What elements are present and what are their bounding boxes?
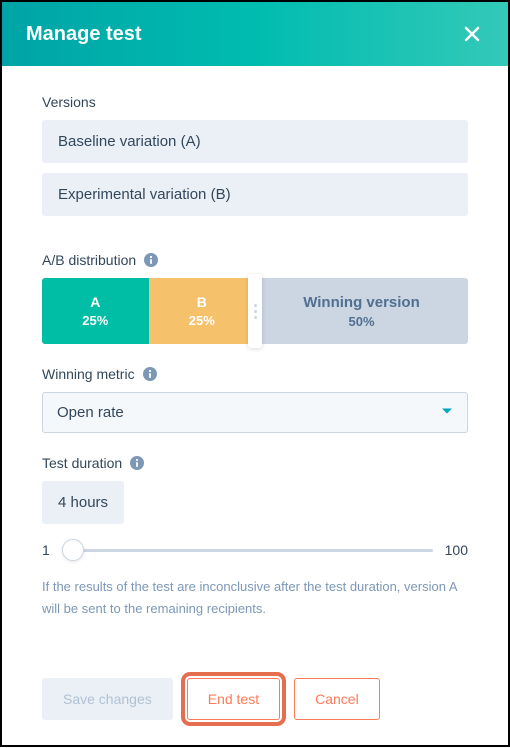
versions-section: Versions Baseline variation (A) Experime… [42,94,468,226]
end-test-label: End test [208,691,259,707]
slider-min: 1 [42,542,50,558]
dist-win-pct: 50% [348,314,374,329]
modal-body: Versions Baseline variation (A) Experime… [2,66,508,658]
metric-select[interactable]: Open rate [42,392,468,433]
end-test-button[interactable]: End test [187,678,280,720]
distribution-bar: A 25% B 25% Winning version 50% [42,278,468,344]
version-a-box[interactable]: Baseline variation (A) [42,120,468,163]
info-icon[interactable] [144,253,158,267]
metric-label-text: Winning metric [42,366,135,382]
modal-title: Manage test [26,23,142,46]
distribution-segment-a: A 25% [42,278,149,344]
distribution-segment-winning: Winning version 50% [255,278,468,344]
dist-a-pct: 25% [82,313,108,328]
dist-win-label: Winning version [303,294,420,311]
info-icon[interactable] [143,367,157,381]
distribution-segment-b: B 25% [149,278,256,344]
drag-handle-icon[interactable] [248,274,262,348]
save-changes-button[interactable]: Save changes [42,678,173,720]
duration-value: 4 hours [42,481,124,524]
duration-note: If the results of the test are inconclus… [42,576,468,620]
duration-label: Test duration [42,455,468,471]
dist-b-pct: 25% [189,313,215,328]
duration-slider[interactable] [62,549,433,552]
caret-down-icon [441,404,453,421]
cancel-button[interactable]: Cancel [294,678,380,720]
version-b-box[interactable]: Experimental variation (B) [42,173,468,216]
distribution-section: A/B distribution A 25% B 25% Winning ver… [42,252,468,344]
metric-label: Winning metric [42,366,468,382]
metric-selected-value: Open rate [57,404,124,421]
dist-b-label: B [197,294,207,310]
distribution-label-text: A/B distribution [42,252,136,268]
slider-max: 100 [445,542,468,558]
duration-slider-row: 1 100 [42,542,468,558]
info-icon[interactable] [130,456,144,470]
dist-a-label: A [90,294,100,310]
modal-header: Manage test [2,2,508,66]
distribution-label: A/B distribution [42,252,468,268]
slider-thumb[interactable] [62,539,84,561]
modal-footer: Save changes End test Cancel [2,658,508,748]
duration-section: Test duration 4 hours 1 100 If the resul… [42,455,468,620]
duration-label-text: Test duration [42,455,122,471]
versions-label: Versions [42,94,468,110]
close-icon[interactable] [460,22,484,46]
metric-section: Winning metric Open rate [42,366,468,433]
